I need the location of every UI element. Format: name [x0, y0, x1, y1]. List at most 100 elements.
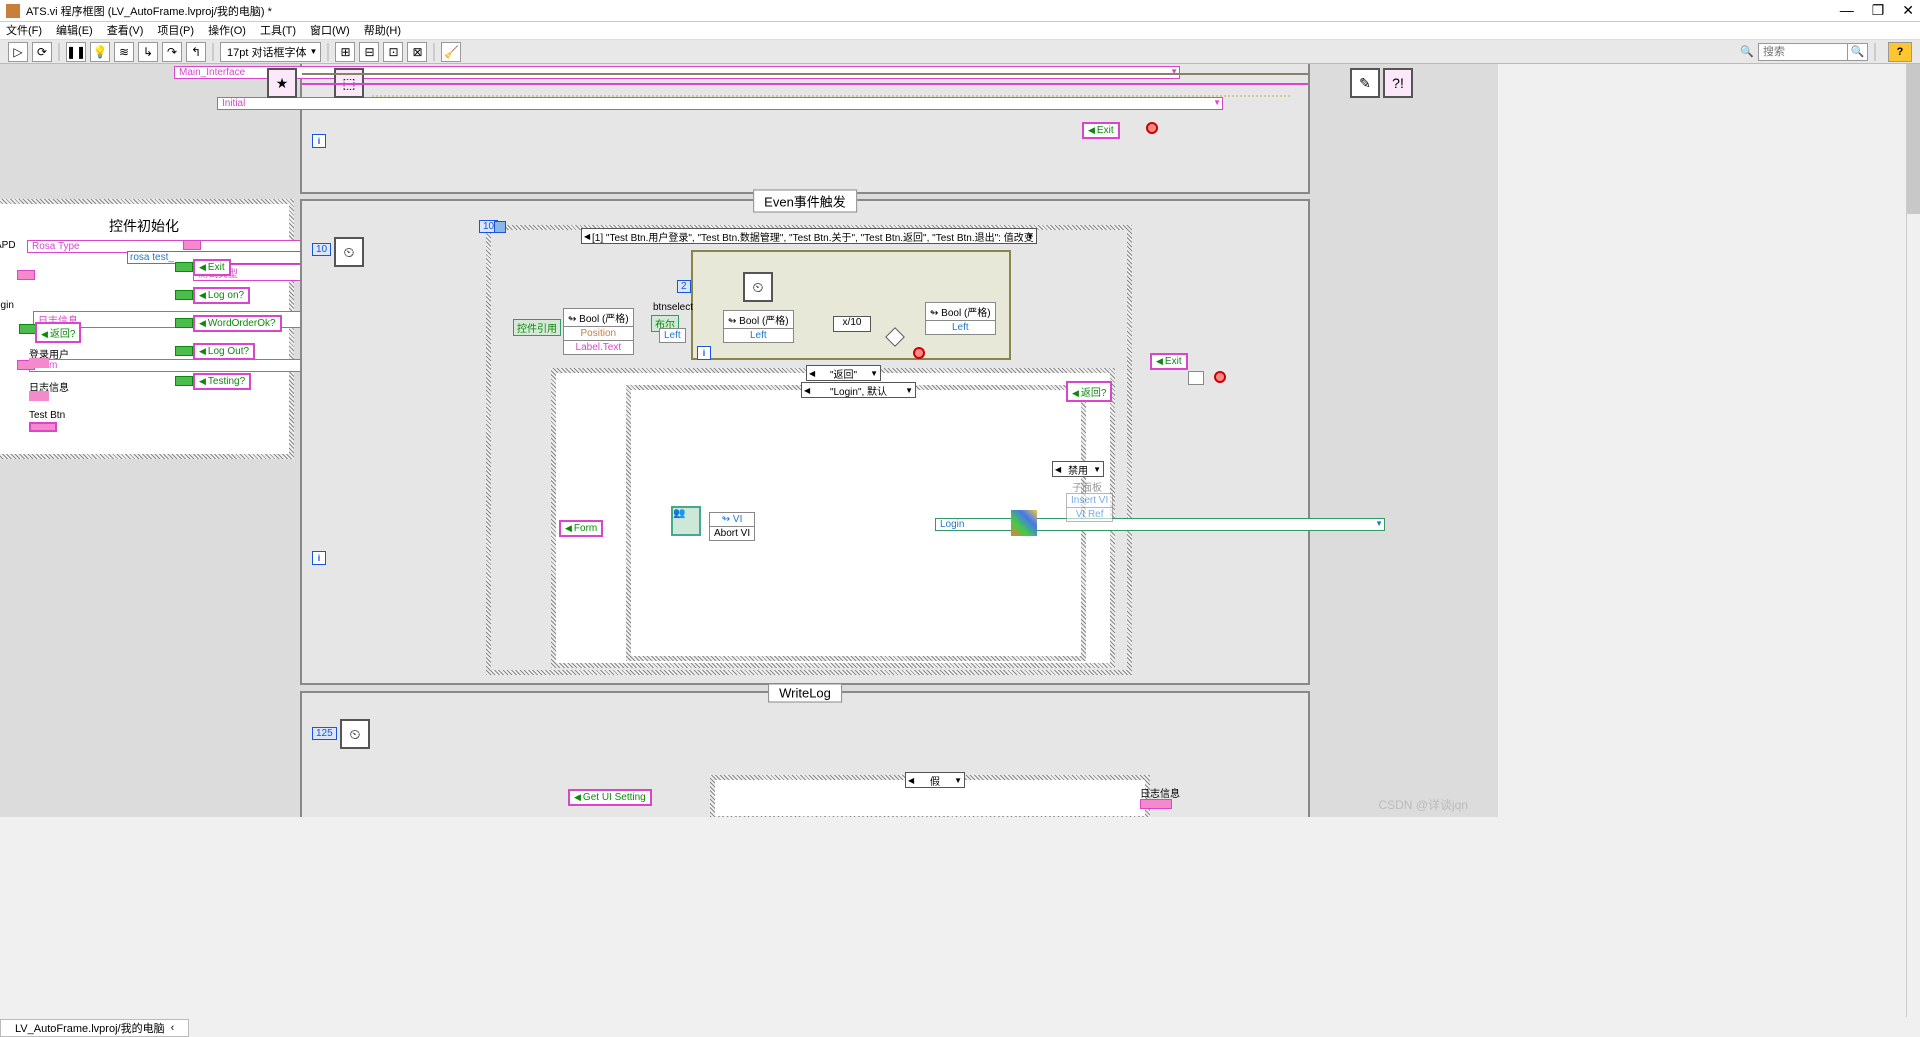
loop-stop[interactable]: [1214, 371, 1226, 383]
menu-tools[interactable]: 工具(T): [260, 22, 296, 39]
event-structure[interactable]: 10 [1] "Test Btn.用户登录", "Test Btn.数据管理",…: [486, 225, 1132, 675]
resize-button[interactable]: ⊡: [383, 42, 403, 62]
title-bar: ATS.vi 程序框图 (LV_AutoFrame.lvproj/我的电脑) *…: [0, 0, 1920, 22]
get-ui-local[interactable]: Get UI Setting: [568, 789, 652, 806]
case-writelog[interactable]: 假: [710, 775, 1150, 817]
menu-operate[interactable]: 操作(O): [208, 22, 246, 39]
tf-term-1: [175, 262, 193, 272]
step-into-button[interactable]: ↳: [138, 42, 158, 62]
main-while-loop[interactable]: Even事件触发 10 ⏲ 10 [1] "Test Btn.用户登录", "T…: [300, 199, 1310, 685]
retain-wire-button[interactable]: ≋: [114, 42, 134, 62]
menu-window[interactable]: 窗口(W): [310, 22, 350, 39]
context-help-button[interactable]: ?: [1888, 42, 1912, 62]
left-frame-title: 控件初始化: [0, 216, 289, 236]
wait-subvi-3[interactable]: ⏲: [340, 719, 370, 749]
search-input[interactable]: [1758, 43, 1848, 61]
login-case-selector[interactable]: "Login", 默认: [801, 382, 916, 398]
const-125[interactable]: 125: [312, 727, 337, 740]
pause-button[interactable]: ❚❚: [66, 42, 86, 62]
bool-prop-2[interactable]: ↬ Bool (严格) Left: [925, 302, 996, 335]
for-loop[interactable]: 2 ⏲ btnselect 布尔 ↬ Bool (严格) Left x/10 ↬…: [691, 250, 1011, 360]
left-sequence-frame[interactable]: 控件初始化 APD Rosa Type rosa test_ 测试类型 日志信息…: [0, 199, 294, 459]
wordorder-local[interactable]: WordOrderOk?: [193, 315, 282, 332]
app-icon: [6, 4, 20, 18]
main-interface-const[interactable]: Main_Interface: [174, 66, 1180, 79]
timeout-const-outer[interactable]: 10: [312, 243, 331, 256]
outer-case-structure[interactable]: "返回" "Login", 默认 Form 👥 ↬ VI Abort VI Lo…: [551, 368, 1115, 668]
distribute-button[interactable]: ⊟: [359, 42, 379, 62]
minimize-button[interactable]: —: [1840, 2, 1854, 19]
main-frame-title: Even事件触发: [753, 190, 857, 213]
step-over-button[interactable]: ↷: [162, 42, 182, 62]
event-case-selector[interactable]: [1] "Test Btn.用户登录", "Test Btn.数据管理", "T…: [581, 228, 1037, 244]
writelog-title: WriteLog: [768, 684, 842, 703]
maximize-button[interactable]: ❐: [1872, 2, 1885, 19]
writelog-loop[interactable]: WriteLog 125 ⏲ Get UI Setting 假 日志信息: [300, 691, 1310, 817]
select-node[interactable]: [885, 327, 905, 347]
exit-local-main[interactable]: Exit: [1150, 353, 1188, 370]
menu-project[interactable]: 项目(P): [157, 22, 194, 39]
subpanel-label: 子面板: [1072, 479, 1102, 494]
or-gate[interactable]: [1188, 371, 1204, 385]
class-prop-node[interactable]: ↬ Bool (严格) Position Label.Text: [563, 308, 634, 355]
return-local-main[interactable]: 返回?: [1066, 381, 1112, 402]
disable-ring[interactable]: 禁用: [1052, 461, 1104, 477]
block-diagram-canvas[interactable]: AutoTest VI Ref AutoTest Main_Interface …: [0, 64, 1498, 817]
step-out-button[interactable]: ↰: [186, 42, 206, 62]
wait-subvi[interactable]: ⏲: [334, 237, 364, 267]
form-local-inner[interactable]: Form: [559, 520, 603, 537]
reorder-button[interactable]: ⊠: [407, 42, 427, 62]
stop-terminal[interactable]: [1146, 122, 1158, 134]
subvi-1[interactable]: ★: [267, 68, 297, 98]
menu-view[interactable]: 查看(V): [107, 22, 144, 39]
stop-inner[interactable]: [913, 347, 925, 359]
subvi-eraser[interactable]: ✎: [1350, 68, 1380, 98]
tab-chevron-icon: ‹: [171, 1022, 175, 1034]
menu-help[interactable]: 帮助(H): [364, 22, 401, 39]
vi-invoke-node[interactable]: ↬ VI Abort VI: [709, 512, 755, 541]
logon-local[interactable]: Log on?: [193, 287, 250, 304]
inner-case-structure[interactable]: "Login", 默认 Form 👥 ↬ VI Abort VI Login: [626, 385, 1086, 661]
for-loop-iter: i: [697, 346, 711, 360]
font-selector[interactable]: 17pt 对话框字体: [220, 42, 321, 62]
exit-local2[interactable]: Exit: [193, 259, 231, 276]
two-const[interactable]: 2: [677, 280, 691, 293]
logout-local[interactable]: Log Out?: [193, 343, 255, 360]
return-case-selector[interactable]: "返回": [806, 365, 881, 381]
vertical-scrollbar[interactable]: [1906, 64, 1920, 1017]
apd-label: APD: [0, 240, 16, 251]
div-node[interactable]: x/10: [833, 316, 871, 332]
run-continuous-button[interactable]: ⟳: [32, 42, 52, 62]
project-tab[interactable]: LV_AutoFrame.lvproj/我的电脑 ‹: [0, 1019, 189, 1037]
user-subvi[interactable]: 👥: [671, 506, 701, 536]
menu-edit[interactable]: 编辑(E): [56, 22, 93, 39]
subvi-2[interactable]: ⬚: [334, 68, 364, 98]
wait-subvi-2[interactable]: ⏲: [743, 272, 773, 302]
subpanel-invoke[interactable]: Insert VI VI Ref: [1066, 493, 1113, 522]
login-enum[interactable]: Login: [935, 518, 1385, 531]
return-local[interactable]: 返回?: [35, 322, 81, 343]
login-label: ogin: [0, 300, 14, 311]
initial-const[interactable]: Initial: [217, 97, 1223, 110]
scrollbar-thumb[interactable]: [1907, 64, 1920, 214]
highlight-button[interactable]: 💡: [90, 42, 110, 62]
top-loop-frame[interactable]: AutoTest VI Ref AutoTest Main_Interface …: [300, 64, 1310, 194]
align-button[interactable]: ⊞: [335, 42, 355, 62]
cleanup-button[interactable]: 🧹: [441, 42, 461, 62]
search-button[interactable]: 🔍: [1848, 43, 1868, 61]
left-unbundle[interactable]: Left: [659, 328, 686, 343]
form-local[interactable]: Form: [29, 359, 319, 372]
bool-prop-1[interactable]: ↬ Bool (严格) Left: [723, 310, 794, 343]
tf-term-2: [175, 290, 193, 300]
run-button[interactable]: ▷: [8, 42, 28, 62]
testing-local[interactable]: Testing?: [193, 373, 251, 390]
exit-local[interactable]: Exit: [1082, 122, 1120, 139]
subvi-question[interactable]: ?!: [1383, 68, 1413, 98]
menu-file[interactable]: 文件(F): [6, 22, 42, 39]
ctrl-ref-const[interactable]: 控件引用: [513, 319, 561, 336]
timeout-terminal: [494, 221, 506, 233]
tf-term-3: [175, 318, 193, 328]
false-case-selector[interactable]: 假: [905, 772, 965, 788]
close-button[interactable]: ✕: [1902, 2, 1914, 19]
loop-iteration-main: i: [312, 551, 326, 565]
